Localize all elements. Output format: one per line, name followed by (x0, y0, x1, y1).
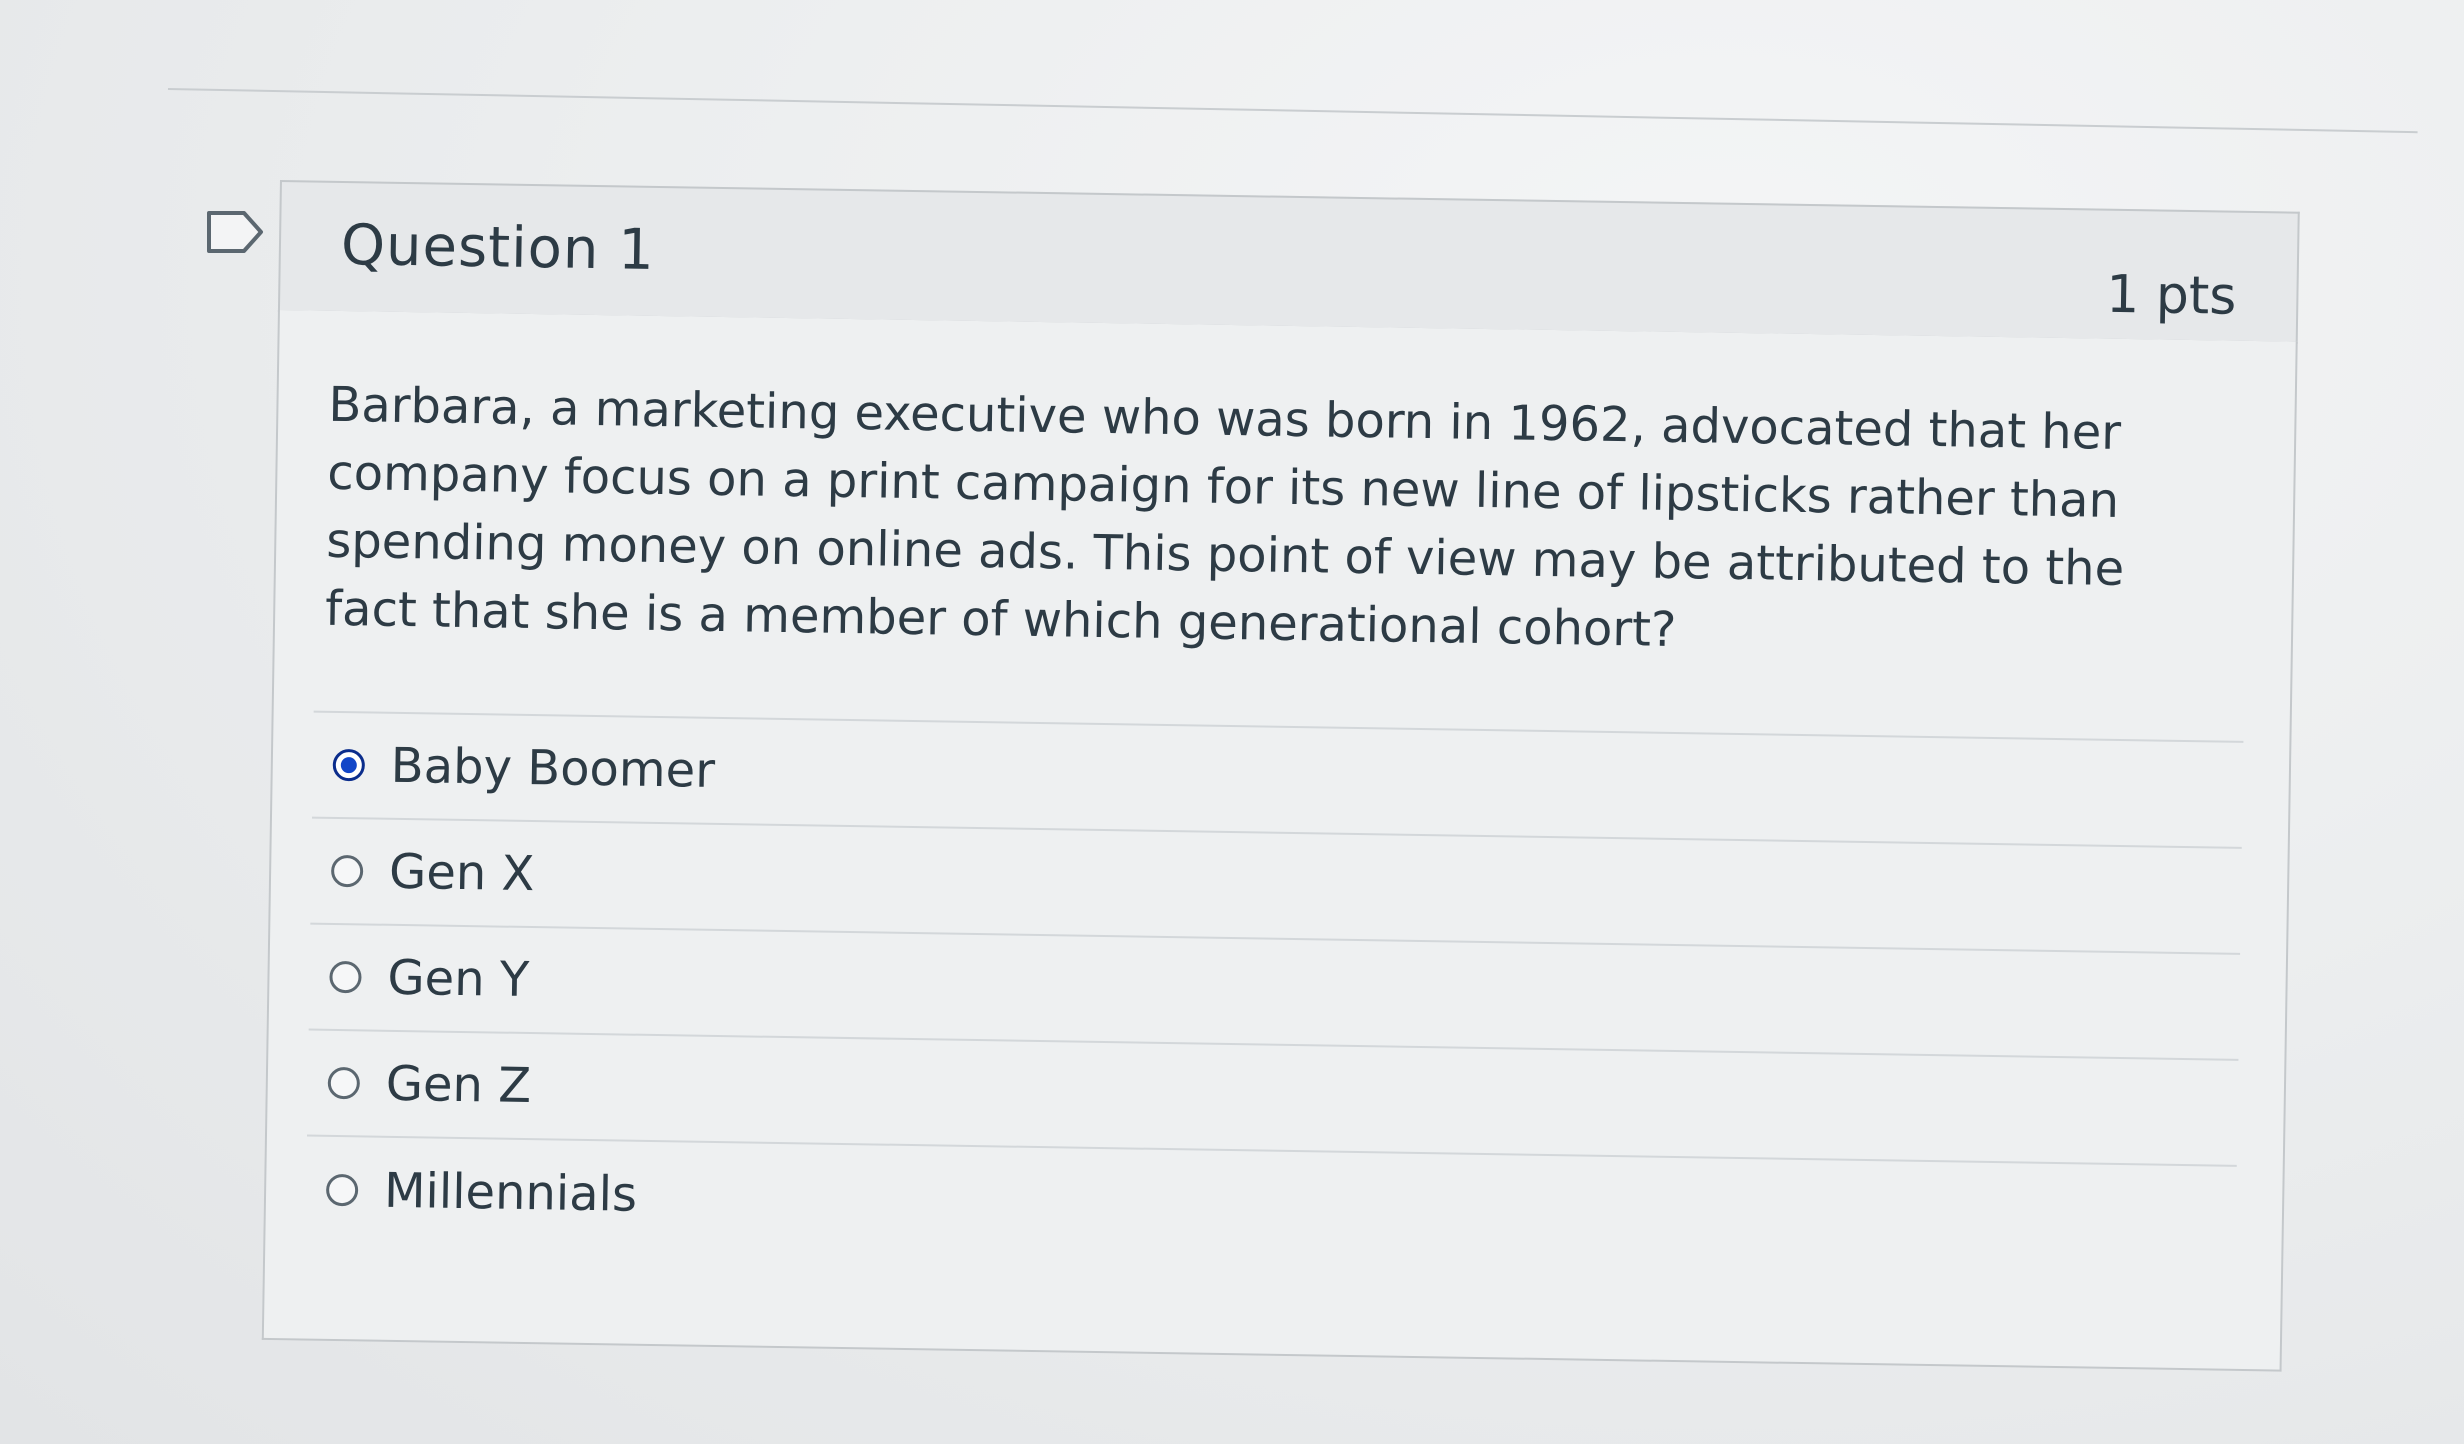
radio-button[interactable] (327, 1066, 361, 1100)
radio-button[interactable] (329, 960, 362, 994)
radio-button-selected[interactable] (332, 748, 366, 782)
answer-label: Gen Y (387, 949, 530, 1009)
radio-button[interactable] (325, 1173, 359, 1207)
question-title: Question 1 (340, 212, 656, 283)
answer-list: Baby Boomer Gen X Gen Y Gen Z Millennial… (305, 712, 2244, 1273)
question-points: 1 pts (2105, 264, 2237, 327)
radio-button[interactable] (330, 854, 364, 888)
top-divider (167, 88, 2418, 134)
question-body: Barbara, a marketing executive who was b… (261, 309, 2298, 1372)
answer-label: Millennials (383, 1162, 638, 1223)
answer-label: Gen X (388, 843, 535, 903)
question-text: Barbara, a marketing executive who was b… (324, 376, 2125, 658)
answer-label: Baby Boomer (390, 737, 716, 799)
answer-label: Gen Z (385, 1055, 532, 1115)
bookmark-flag-icon[interactable] (206, 210, 264, 254)
page-background: Question 1 1 pts Barbara, a marketing ex… (0, 0, 2464, 1444)
question-card: Question 1 1 pts Barbara, a marketing ex… (261, 180, 2300, 1372)
